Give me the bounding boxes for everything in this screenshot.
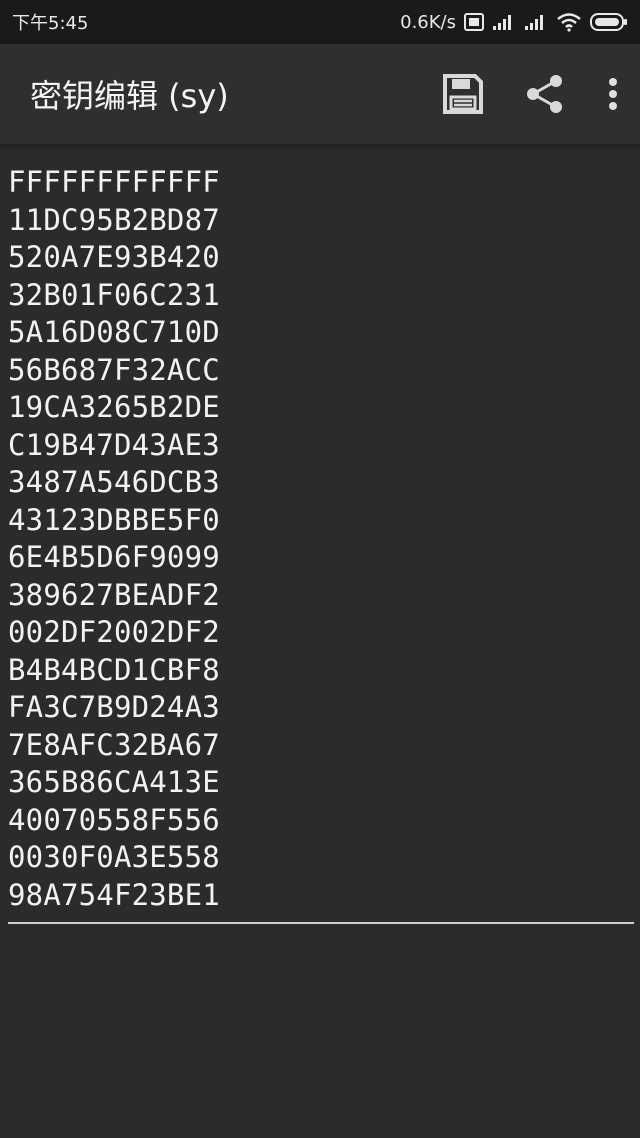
- key-line: 32B01F06C231: [8, 277, 220, 312]
- page-title: 密钥编辑 (sy): [30, 77, 229, 115]
- key-line: FA3C7B9D24A3: [8, 690, 220, 724]
- toolbar-actions: [442, 73, 620, 115]
- network-speed: 0.6K/s: [400, 11, 456, 33]
- key-line: 11DC95B2BD87: [8, 202, 220, 237]
- hd-icon: [464, 13, 484, 31]
- key-line: 56B687F32ACC: [8, 352, 220, 387]
- key-line: 389627BEADF2: [8, 577, 220, 612]
- key-editor[interactable]: FFFFFFFFFFFF 11DC95B2BD87 520A7E93B420 3…: [8, 164, 634, 924]
- overflow-menu-icon: [609, 78, 617, 110]
- key-line: C19B47D43AE3: [8, 427, 220, 462]
- key-line: 7E8AFC32BA67: [8, 727, 220, 762]
- status-icons: 0.6K/s: [400, 12, 628, 33]
- key-line: 520A7E93B420: [8, 240, 220, 274]
- key-line: 365B86CA413E: [8, 765, 220, 799]
- share-button[interactable]: [524, 73, 566, 115]
- key-line: 5A16D08C710D: [8, 315, 220, 349]
- key-line: 002DF2002DF2: [8, 615, 220, 649]
- wifi-icon: [556, 12, 582, 32]
- key-line: B4B4BCD1CBF8: [8, 652, 220, 687]
- key-list[interactable]: FFFFFFFFFFFF 11DC95B2BD87 520A7E93B420 3…: [8, 164, 632, 914]
- key-line: FFFFFFFFFFFF: [8, 165, 220, 199]
- battery-icon: [590, 12, 628, 32]
- status-bar: 下午5:45 0.6K/s: [0, 0, 640, 44]
- key-line: 43123DBBE5F0: [8, 502, 220, 537]
- overflow-menu-button[interactable]: [606, 73, 620, 115]
- key-line: 0030F0A3E558: [8, 840, 220, 874]
- signal-icon: [492, 13, 516, 31]
- app-bar: 密钥编辑 (sy): [0, 44, 640, 144]
- text-field-underline: [8, 922, 634, 924]
- key-line: 98A754F23BE1: [8, 877, 220, 912]
- share-icon: [527, 75, 562, 113]
- save-icon: [443, 74, 483, 114]
- signal-icon: [524, 13, 548, 31]
- key-line: 19CA3265B2DE: [8, 390, 220, 424]
- key-line: 6E4B5D6F9099: [8, 540, 220, 574]
- key-line: 3487A546DCB3: [8, 465, 220, 499]
- key-line: 40070558F556: [8, 802, 220, 837]
- status-time: 下午5:45: [12, 13, 89, 34]
- save-button[interactable]: [442, 73, 484, 115]
